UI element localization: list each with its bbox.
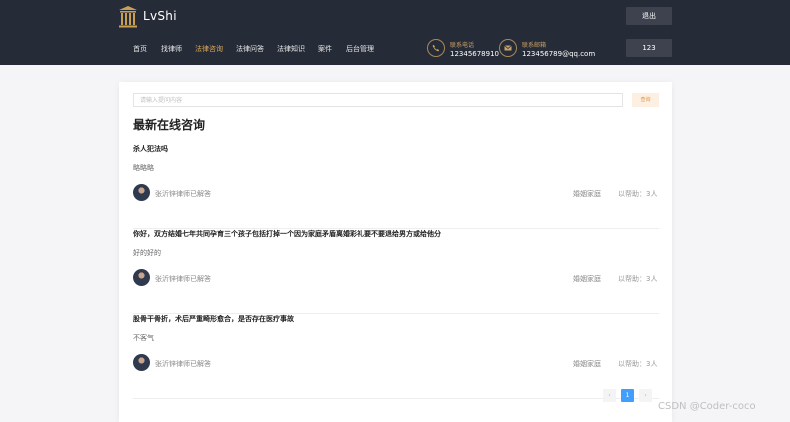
category-tag: 婚姻家庭	[573, 360, 601, 368]
consultation-answer: 好的好的	[133, 249, 161, 257]
lawyer-avatar	[133, 184, 150, 201]
next-page-button[interactable]: ›	[639, 389, 652, 402]
watermark: CSDN @Coder-coco	[658, 401, 756, 412]
consultation-answer: 不客气	[133, 334, 154, 342]
consultation-item[interactable]: 杀人犯法吗 略略略 张沂锌律师已解答 婚姻家庭 以帮助：3人	[133, 144, 659, 229]
email-value: 123456789@qq.com	[522, 50, 596, 58]
consultation-item[interactable]: 你好，双方结婚七年共同孕育三个孩子包括打掉一个因为家庭矛盾离婚彩礼要不要退给男方…	[133, 229, 659, 314]
mail-icon	[499, 39, 517, 57]
pillar-logo-icon[interactable]	[118, 5, 138, 29]
category-tag: 婚姻家庭	[573, 275, 601, 283]
consultation-title[interactable]: 杀人犯法吗	[133, 144, 168, 154]
search-button[interactable]: 查询	[632, 93, 659, 107]
nav-item-admin[interactable]: 后台管理	[346, 44, 374, 54]
consultation-title[interactable]: 股骨干骨折，术后严重畸形愈合，是否存在医疗事故	[133, 314, 294, 324]
logout-button[interactable]: 退出	[626, 7, 672, 25]
nav-item-qa[interactable]: 法律问答	[236, 44, 264, 54]
email-label: 联系邮箱	[522, 42, 547, 49]
lawyer-status: 张沂锌律师已解答	[155, 360, 211, 368]
nav-item-knowledge[interactable]: 法律知识	[277, 44, 305, 54]
nav-item-find-lawyer[interactable]: 找律师	[161, 44, 182, 54]
lawyer-avatar	[133, 354, 150, 371]
lawyer-status: 张沂锌律师已解答	[155, 275, 211, 283]
consultation-answer: 略略略	[133, 164, 154, 172]
nav-item-consultation[interactable]: 法律咨询	[195, 44, 223, 54]
top-header: LvShi 退出 首页 找律师 法律咨询 法律问答 法律知识 案件 后台管理 联…	[0, 0, 790, 65]
helped-count: 以帮助：3人	[618, 360, 658, 368]
page-1-button[interactable]: 1	[621, 389, 634, 402]
lawyer-avatar	[133, 269, 150, 286]
prev-page-button[interactable]: ‹	[603, 389, 616, 402]
nav-item-home[interactable]: 首页	[133, 44, 147, 54]
brand-name[interactable]: LvShi	[143, 9, 177, 23]
category-tag: 婚姻家庭	[573, 190, 601, 198]
page-title: 最新在线咨询	[133, 118, 206, 132]
consultation-item[interactable]: 股骨干骨折，术后严重畸形愈合，是否存在医疗事故 不客气 张沂锌律师已解答 婚姻家…	[133, 314, 659, 399]
phone-label: 联系电话	[450, 42, 475, 49]
nav-item-cases[interactable]: 案件	[318, 44, 332, 54]
search-input[interactable]	[133, 93, 623, 107]
lawyer-status: 张沂锌律师已解答	[155, 190, 211, 198]
phone-value: 12345678910	[450, 50, 499, 58]
phone-icon	[427, 39, 445, 57]
helped-count: 以帮助：3人	[618, 190, 658, 198]
helped-count: 以帮助：3人	[618, 275, 658, 283]
consultation-title[interactable]: 你好，双方结婚七年共同孕育三个孩子包括打掉一个因为家庭矛盾离婚彩礼要不要退给男方…	[133, 229, 441, 239]
user-button[interactable]: 123	[626, 39, 672, 57]
consultation-card: 查询 最新在线咨询 杀人犯法吗 略略略 张沂锌律师已解答 婚姻家庭 以帮助：3人…	[119, 82, 672, 422]
